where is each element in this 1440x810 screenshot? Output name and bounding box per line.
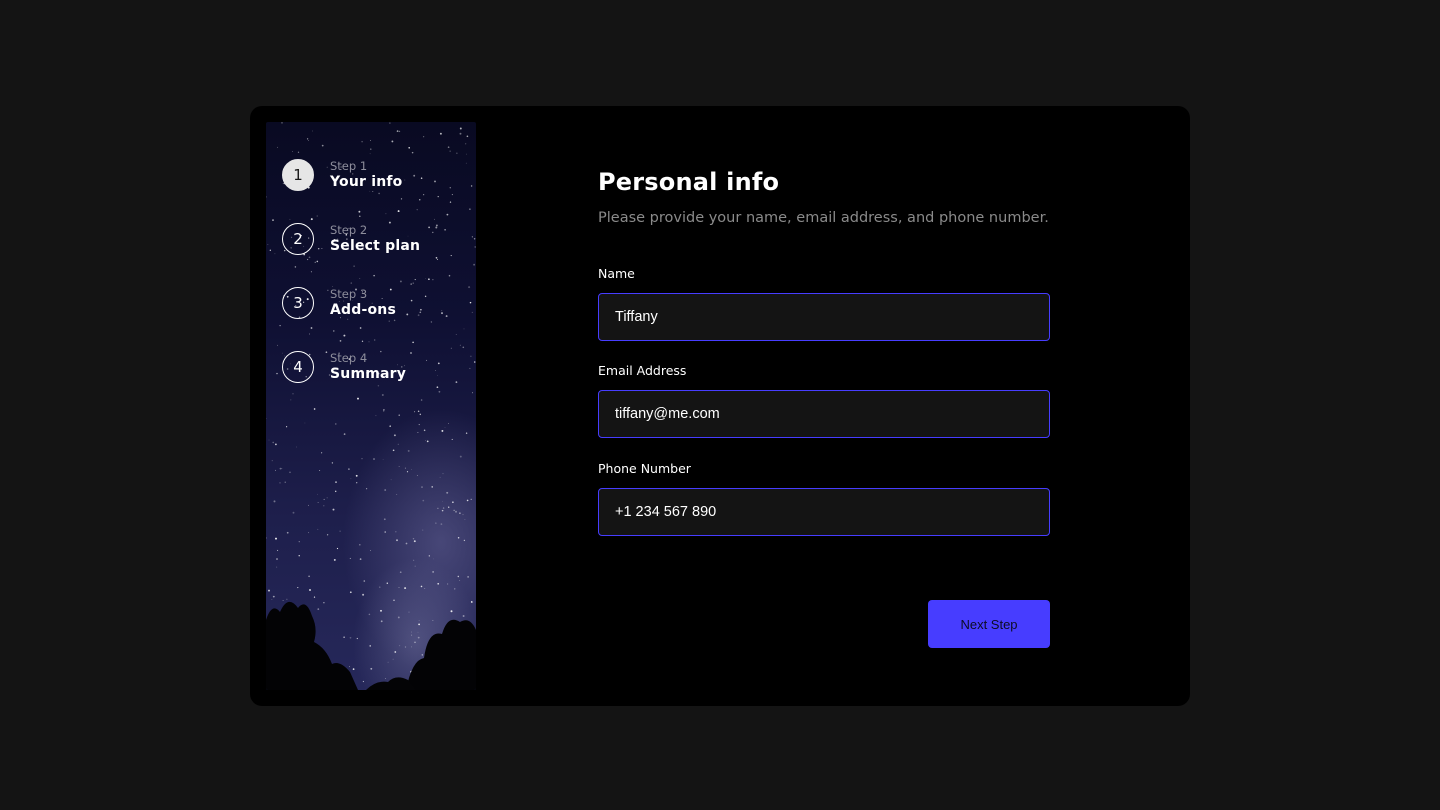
step-4[interactable]: 4 Step 4 Summary <box>282 351 406 383</box>
step-2[interactable]: 2 Step 2 Select plan <box>282 223 420 255</box>
email-label: Email Address <box>598 363 687 378</box>
step-number-badge: 1 <box>282 159 314 191</box>
page-title: Personal info <box>598 168 780 196</box>
phone-label: Phone Number <box>598 461 691 476</box>
step-title: Select plan <box>330 237 421 254</box>
step-label: Step 2 <box>330 223 368 238</box>
step-label: Step 4 <box>330 351 368 366</box>
tree-silhouette-image <box>266 601 476 690</box>
steps-sidebar: 1 Step 1 Your info 2 Step 2 Select plan … <box>266 122 476 690</box>
form-card: 1 Step 1 Your info 2 Step 2 Select plan … <box>250 106 1190 706</box>
step-1[interactable]: 1 Step 1 Your info <box>282 159 403 191</box>
name-input[interactable] <box>598 293 1050 341</box>
step-label: Step 3 <box>330 287 368 302</box>
step-number-badge: 4 <box>282 351 314 383</box>
step-title: Add-ons <box>330 301 397 318</box>
next-step-button[interactable]: Next Step <box>928 600 1050 648</box>
step-number-badge: 2 <box>282 223 314 255</box>
step-title: Your info <box>330 173 403 190</box>
name-label: Name <box>598 266 635 281</box>
step-label: Step 1 <box>330 159 368 174</box>
step-number-badge: 3 <box>282 287 314 319</box>
page-subtitle: Please provide your name, email address,… <box>598 210 1049 226</box>
step-3[interactable]: 3 Step 3 Add-ons <box>282 287 396 319</box>
step-title: Summary <box>330 365 407 382</box>
phone-input[interactable] <box>598 488 1050 536</box>
email-input[interactable] <box>598 390 1050 438</box>
personal-info-form: Personal info Please provide your name, … <box>598 106 1050 706</box>
